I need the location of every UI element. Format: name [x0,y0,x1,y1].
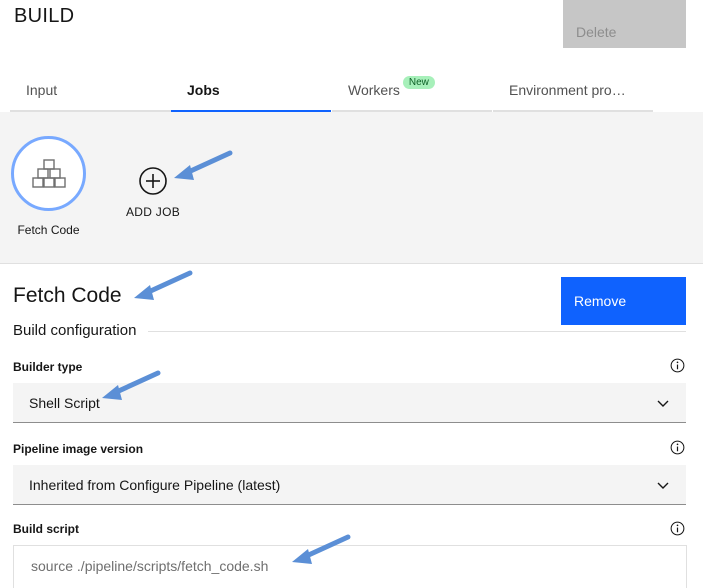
new-badge: New [402,76,435,89]
delete-button[interactable]: Delete [563,0,686,48]
tab-jobs[interactable]: Jobs [171,74,331,112]
add-job-label[interactable]: ADD JOB [113,205,193,219]
tab-workers-label: Workers [348,82,400,98]
build-script-textarea[interactable]: source ./pipeline/scripts/fetch_code.sh [13,545,687,588]
job-title: Fetch Code [13,284,122,307]
annotation-arrow-icon [134,270,193,300]
pipeline-image-value: Inherited from Configure Pipeline (lates… [29,477,281,493]
pipeline-image-select[interactable]: Inherited from Configure Pipeline (lates… [13,465,686,505]
add-job-icon[interactable] [138,166,168,196]
info-icon[interactable] [670,521,685,536]
section-heading: Build configuration [13,322,149,339]
tab-input[interactable]: Input [10,74,171,112]
tab-environment-label: Environment pro… [509,82,626,98]
job-label-fetch-code: Fetch Code [17,223,80,237]
tab-input-label: Input [26,82,58,98]
build-script-label: Build script [13,522,80,536]
builder-type-select[interactable]: Shell Script [13,383,686,423]
info-icon[interactable] [670,358,685,373]
tab-jobs-label: Jobs [187,82,220,98]
page-title: BUILD [14,5,75,27]
stacked-boxes-icon [31,158,66,188]
remove-button[interactable]: Remove [561,277,686,325]
chevron-down-icon [657,482,669,489]
job-node-fetch-code[interactable] [11,136,86,211]
tab-environment-properties[interactable]: Environment pro… [493,74,653,112]
chevron-down-icon [657,400,669,407]
tab-bar: Input Jobs Workers New Environment pro… [10,74,653,112]
build-script-value: source ./pipeline/scripts/fetch_code.sh [31,558,269,574]
builder-type-value: Shell Script [29,395,100,411]
tab-workers[interactable]: Workers New [332,74,492,112]
info-icon[interactable] [670,440,685,455]
jobs-panel: Fetch Code ADD JOB [0,112,703,264]
pipeline-image-label: Pipeline image version [13,442,144,456]
builder-type-label: Builder type [13,360,83,374]
